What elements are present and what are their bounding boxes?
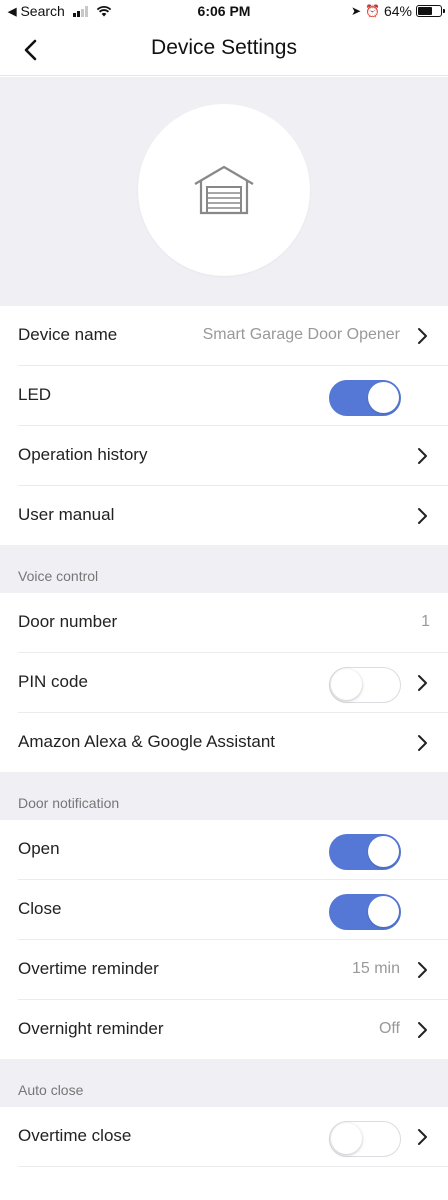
door-notification-header: Door notification [18, 795, 120, 811]
overtime-reminder-label: Overtime reminder [18, 959, 159, 978]
battery-percent: 64% [383, 3, 412, 19]
voice-control-section-header: Voice control [0, 545, 448, 593]
led-toggle[interactable] [329, 380, 401, 416]
operation-history-row[interactable]: Operation history [0, 426, 448, 486]
user-manual-label: User manual [18, 505, 115, 524]
auto-close-header: Auto close [18, 1082, 84, 1098]
door-number-value: 1 [421, 613, 430, 630]
device-name-value: Smart Garage Door Opener [202, 326, 400, 343]
open-label: Open [18, 839, 60, 858]
overnight-reminder-row[interactable]: Overnight reminder Off [0, 1000, 448, 1060]
chevron-right-icon [418, 1022, 427, 1038]
garage-icon [194, 165, 254, 215]
overtime-close-row[interactable]: Overtime close [0, 1107, 448, 1167]
chevron-right-icon [418, 962, 427, 978]
device-name-row[interactable]: Device name Smart Garage Door Opener [0, 306, 448, 366]
voice-control-header: Voice control [18, 568, 99, 584]
close-label: Close [18, 899, 62, 918]
auto-close-section-header: Auto close [0, 1059, 448, 1107]
user-manual-row[interactable]: User manual [0, 486, 448, 546]
status-bar-right: ➤ ⏰ 64% [350, 3, 445, 19]
pin-code-row[interactable]: PIN code [0, 653, 448, 713]
overnight-reminder-value: Off [378, 1020, 400, 1037]
voice-assistant-row[interactable]: Amazon Alexa & Google Assistant [0, 713, 448, 773]
page-title: Device Settings [151, 36, 297, 59]
alarm-icon: ⏰ [365, 4, 380, 18]
overnight-reminder-label: Overnight reminder [18, 1019, 164, 1038]
battery-icon [416, 5, 445, 17]
chevron-right-icon [418, 328, 427, 344]
pin-code-toggle[interactable] [329, 667, 401, 703]
chevron-right-icon [418, 1129, 427, 1145]
door-number-row: Door number 1 [0, 593, 448, 653]
operation-history-label: Operation history [18, 445, 148, 464]
device-name-label: Device name [18, 325, 118, 344]
close-notification-toggle[interactable] [329, 894, 401, 930]
overtime-close-label: Overtime close [18, 1126, 132, 1145]
door-number-label: Door number [18, 612, 118, 631]
open-notification-toggle[interactable] [329, 834, 401, 870]
pin-code-label: PIN code [18, 672, 88, 691]
device-image-header [0, 77, 448, 306]
open-notification-row: Open [0, 820, 448, 880]
chevron-right-icon [418, 448, 427, 464]
door-notification-section-header: Door notification [0, 772, 448, 820]
close-notification-row: Close [0, 880, 448, 940]
location-icon: ➤ [350, 4, 362, 18]
navigation-bar: Device Settings [0, 24, 448, 76]
led-row: LED [0, 366, 448, 426]
chevron-right-icon [418, 675, 427, 691]
overtime-reminder-row[interactable]: Overtime reminder 15 min [0, 940, 448, 1000]
device-avatar [138, 104, 310, 276]
overtime-close-toggle[interactable] [329, 1121, 401, 1157]
overtime-reminder-value: 15 min [351, 960, 400, 977]
chevron-right-icon [418, 735, 427, 751]
chevron-right-icon [418, 508, 427, 524]
voice-assistant-label: Amazon Alexa & Google Assistant [18, 732, 276, 751]
status-bar: ◀ Search 6:06 PM ➤ ⏰ 64% [0, 0, 448, 24]
led-label: LED [18, 385, 52, 404]
